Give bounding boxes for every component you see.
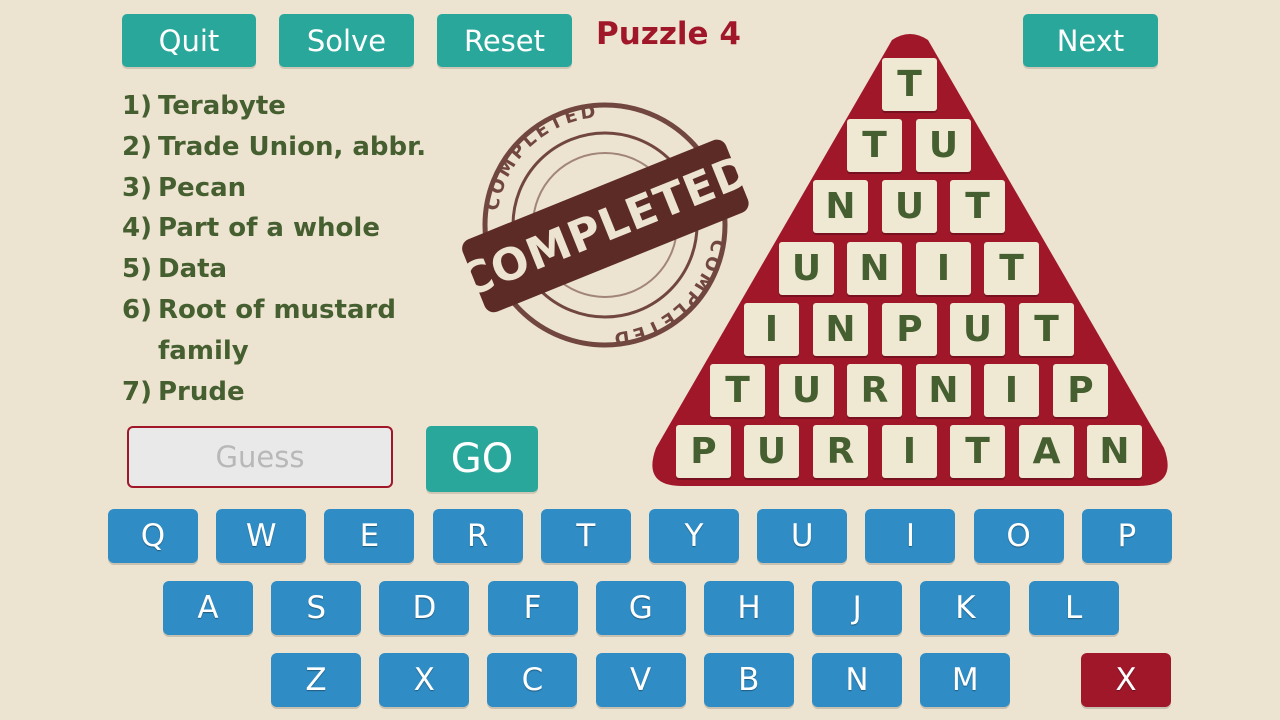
letter-tile: P xyxy=(676,425,731,478)
letter-tile: R xyxy=(813,425,868,478)
solve-button[interactable]: Solve xyxy=(279,14,414,67)
letter-tile: T xyxy=(950,180,1005,233)
clue-text: Pecan xyxy=(158,172,247,203)
clue-item: 6) Root of mustard family xyxy=(122,290,462,372)
key-h[interactable]: H xyxy=(704,581,794,635)
letter-tile: N xyxy=(813,180,868,233)
clue-text: Prude xyxy=(158,376,245,407)
key-v[interactable]: V xyxy=(595,653,686,707)
key-i[interactable]: I xyxy=(865,509,956,563)
key-o[interactable]: O xyxy=(973,509,1064,563)
letter-tile: T xyxy=(1019,303,1074,356)
clue-number: 4) xyxy=(122,213,152,244)
clue-item: 5) Data xyxy=(122,249,462,290)
reset-button[interactable]: Reset xyxy=(437,14,572,67)
clue-number: 6) xyxy=(122,294,152,325)
clue-text: Terabyte xyxy=(158,91,286,121)
clue-number: 7) xyxy=(122,376,152,407)
key-a[interactable]: A xyxy=(163,581,253,635)
key-e[interactable]: E xyxy=(324,509,415,563)
key-n[interactable]: N xyxy=(812,653,902,707)
letter-tile: T xyxy=(847,119,902,172)
letter-tile: N xyxy=(916,364,971,417)
letter-tile: P xyxy=(882,303,937,356)
letter-tile: T xyxy=(950,425,1005,478)
key-t[interactable]: T xyxy=(540,509,631,563)
clue-number: 3) xyxy=(122,172,152,203)
key-s[interactable]: S xyxy=(271,581,362,635)
clue-item: 7) Prude xyxy=(122,372,462,413)
key-u[interactable]: U xyxy=(757,509,848,563)
letter-tile: N xyxy=(813,303,868,356)
clue-number: 5) xyxy=(122,254,152,285)
guess-input[interactable] xyxy=(127,426,393,488)
letter-tile: A xyxy=(1019,425,1074,478)
key-k[interactable]: K xyxy=(920,581,1011,635)
key-q[interactable]: Q xyxy=(108,509,198,563)
clue-item: 3) Pecan xyxy=(122,168,462,209)
key-x[interactable]: X xyxy=(379,653,470,707)
key-r[interactable]: R xyxy=(432,509,523,563)
clue-item: 1) Terabyte xyxy=(122,86,462,127)
key-f[interactable]: F xyxy=(487,581,578,635)
letter-tile: U xyxy=(950,303,1005,356)
key-b[interactable]: B xyxy=(703,653,794,707)
key-d[interactable]: D xyxy=(379,581,470,635)
clue-text: Trade Union, abbr. xyxy=(158,131,427,162)
letter-tile: U xyxy=(882,180,937,233)
quit-button[interactable]: Quit xyxy=(122,14,256,67)
letter-tile: T xyxy=(882,58,937,111)
letter-tile: U xyxy=(916,119,971,172)
letter-tile: I xyxy=(882,425,937,478)
letter-tile: T xyxy=(984,242,1039,295)
key-m[interactable]: M xyxy=(920,653,1011,707)
key-j[interactable]: J xyxy=(812,581,903,635)
key-g[interactable]: G xyxy=(595,581,686,635)
key-w[interactable]: W xyxy=(216,509,307,563)
key-l[interactable]: L xyxy=(1028,581,1119,635)
letter-tile: R xyxy=(847,364,902,417)
key-p[interactable]: P xyxy=(1081,509,1172,563)
letter-tile: U xyxy=(779,242,834,295)
key-z[interactable]: Z xyxy=(271,653,361,707)
key-c[interactable]: C xyxy=(487,653,578,707)
go-button[interactable]: GO xyxy=(426,426,538,492)
clue-text: Data xyxy=(158,254,228,285)
key-y[interactable]: Y xyxy=(649,509,739,563)
letter-tile: I xyxy=(744,303,799,356)
delete-key[interactable]: X xyxy=(1081,653,1171,707)
letter-tile: N xyxy=(1087,425,1142,478)
letter-tile: N xyxy=(847,242,902,295)
clue-text: Root of mustard family xyxy=(158,294,396,366)
clue-number: 1) xyxy=(122,91,152,121)
letter-tile: P xyxy=(1053,364,1108,417)
clue-text: Part of a whole xyxy=(158,213,380,244)
clue-list: 1) Terabyte 2) Trade Union, abbr. 3) Pecan 4) P… xyxy=(122,86,462,412)
letter-tile: U xyxy=(744,425,799,478)
letter-tile: I xyxy=(916,242,971,295)
letter-tile: I xyxy=(984,364,1039,417)
letter-tile: T xyxy=(710,364,765,417)
clue-item: 4) Part of a whole xyxy=(122,208,462,249)
clue-number: 2) xyxy=(122,131,152,162)
clue-item: 2) Trade Union, abbr. xyxy=(122,127,462,168)
letter-tile: U xyxy=(779,364,834,417)
